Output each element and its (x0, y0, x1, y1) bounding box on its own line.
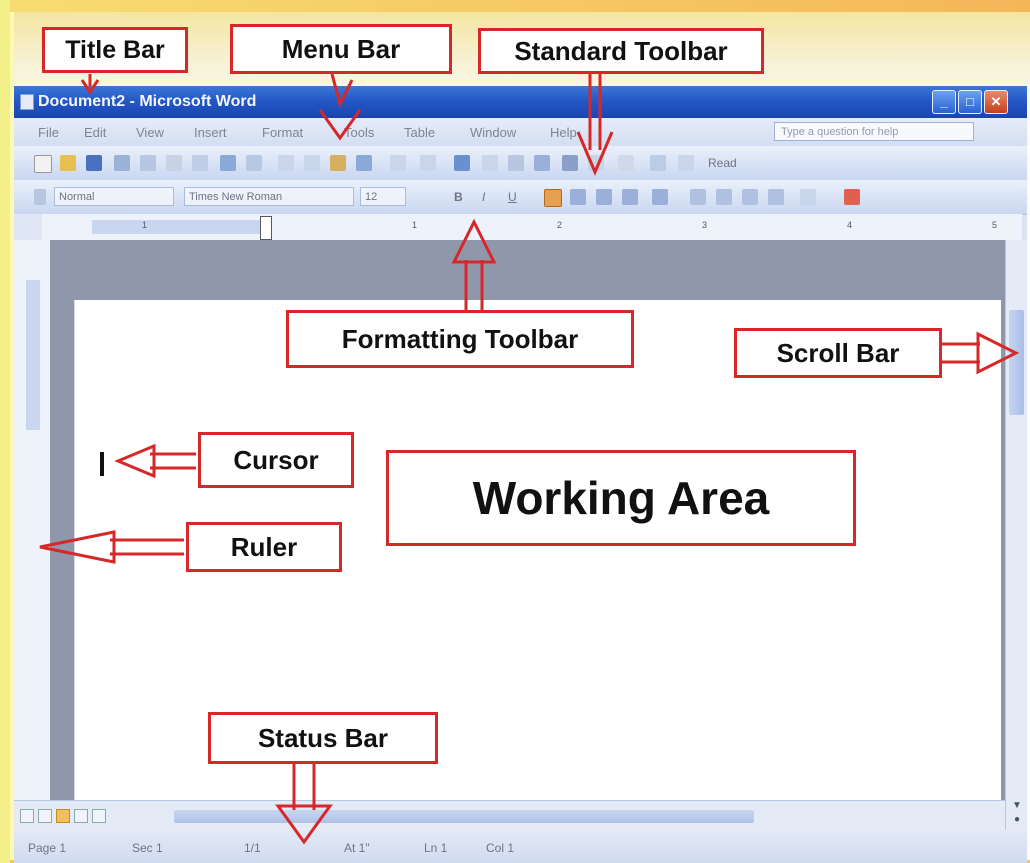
cursor-arrow (114, 443, 196, 479)
menu-bar-arrow (318, 73, 362, 141)
annotation-arrows (39, 73, 1020, 845)
title-bar-arrow (80, 74, 100, 95)
status-bar-arrow (275, 764, 333, 845)
scroll-bar-arrow (942, 331, 1020, 375)
standard-toolbar-arrow (576, 74, 614, 176)
ruler-arrow (39, 530, 184, 564)
formatting-toolbar-arrow (451, 218, 497, 310)
